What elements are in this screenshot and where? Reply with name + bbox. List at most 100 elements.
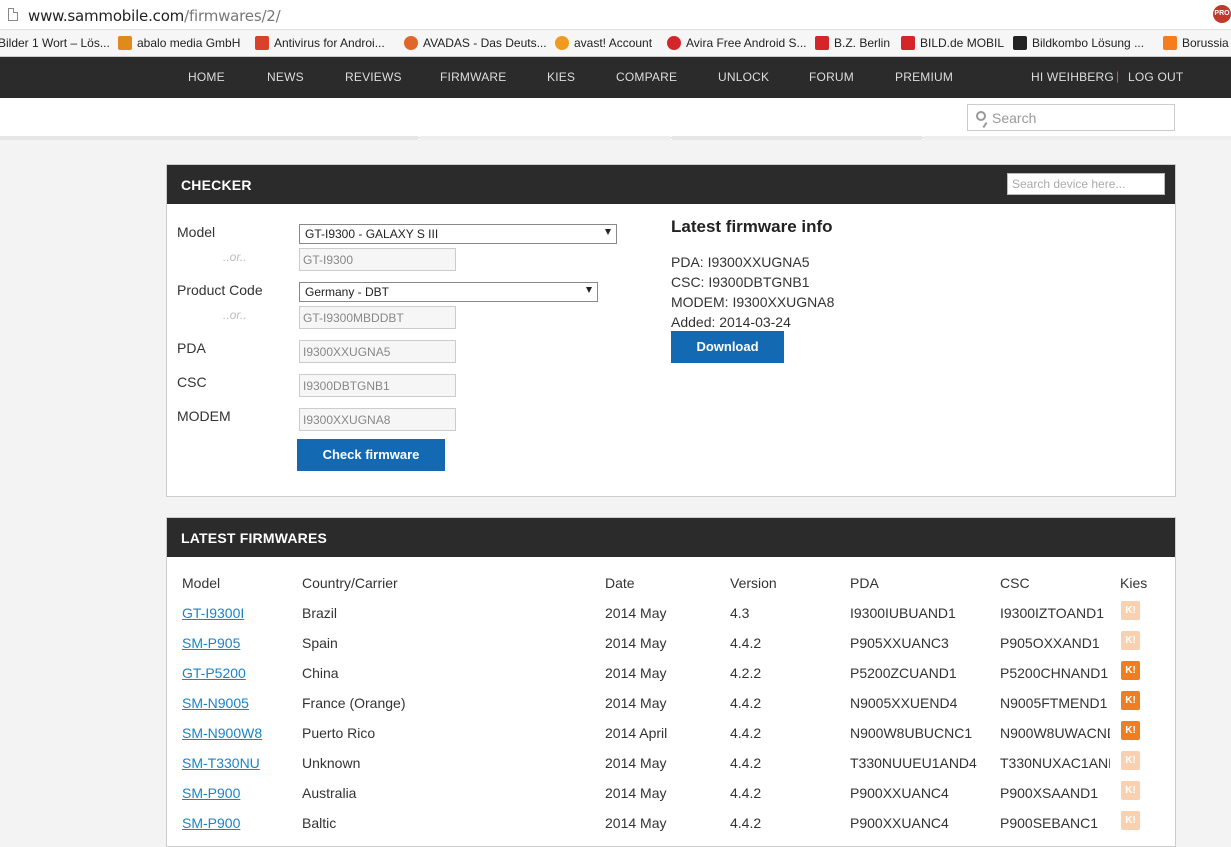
date-cell: 2014 May xyxy=(605,815,667,831)
version-cell: 4.4.2 xyxy=(730,785,762,801)
checker-panel: CHECKER Model GT-I9300 - GALAXY S III ..… xyxy=(166,164,1176,497)
column-header-version: Version xyxy=(730,575,777,591)
country-cell: France (Orange) xyxy=(302,695,406,711)
kies-icon[interactable]: K! xyxy=(1121,751,1140,770)
page-icon xyxy=(8,8,18,21)
model-link[interactable]: SM-T330NU xyxy=(182,755,260,771)
product-code-field[interactable]: GT-I9300MBDDBT xyxy=(299,306,456,329)
bookmark-item[interactable]: avast! Account xyxy=(555,35,652,52)
kies-icon[interactable]: K! xyxy=(1121,721,1140,740)
date-cell: 2014 May xyxy=(605,695,667,711)
nav-unlock[interactable]: UNLOCK xyxy=(718,70,769,84)
table-row: SM-N9005 France (Orange) 2014 May 4.4.2 … xyxy=(167,691,1175,725)
csc-cell: N900W8UWACND1 xyxy=(1000,725,1110,741)
url-text[interactable]: www.sammobile.com/firmwares/2/ xyxy=(28,7,281,25)
kies-icon[interactable]: K! xyxy=(1121,691,1140,710)
table-row: SM-P900 Australia 2014 May 4.4.2 P900XXU… xyxy=(167,781,1175,815)
csc-cell: P5200CHNAND1 xyxy=(1000,665,1109,681)
bookmark-item[interactable]: AVADAS - Das Deuts... xyxy=(404,35,547,52)
latest-firmwares-panel: LATEST FIRMWARES Model Country/Carrier D… xyxy=(166,517,1176,847)
date-cell: 2014 May xyxy=(605,635,667,651)
table-row: SM-N900W8 Puerto Rico 2014 April 4.4.2 N… xyxy=(167,721,1175,755)
csc-cell: P900SEBANC1 xyxy=(1000,815,1099,831)
nav-news[interactable]: NEWS xyxy=(267,70,304,84)
model-link[interactable]: SM-P900 xyxy=(182,815,240,831)
info-csc: CSC: I9300DBTGNB1 xyxy=(671,274,810,290)
column-header-model: Model xyxy=(182,575,221,591)
column-header-country: Country/Carrier xyxy=(302,575,398,591)
bookmark-item[interactable]: Bilder 1 Wort – Lös... xyxy=(0,35,110,52)
column-header-pda: PDA xyxy=(850,575,879,591)
bookmark-favicon-icon xyxy=(255,36,269,50)
bookmark-favicon-icon xyxy=(555,36,569,50)
nav-reviews[interactable]: REVIEWS xyxy=(345,70,402,84)
bookmark-favicon-icon xyxy=(404,36,418,50)
version-cell: 4.4.2 xyxy=(730,755,762,771)
model-select[interactable]: GT-I9300 - GALAXY S III xyxy=(299,224,617,244)
bookmark-item[interactable]: Bildkombo Lösung ... xyxy=(1013,35,1144,52)
nav-firmware[interactable]: FIRMWARE xyxy=(440,70,506,84)
nav-compare[interactable]: COMPARE xyxy=(616,70,677,84)
extension-icon[interactable]: PRO xyxy=(1213,5,1231,23)
csc-label: CSC xyxy=(177,374,207,390)
search-icon xyxy=(976,111,986,121)
modem-field[interactable]: I9300XXUGNA8 xyxy=(299,408,456,431)
address-bar[interactable]: www.sammobile.com/firmwares/2/ PRO xyxy=(0,0,1231,30)
firmware-info-title: Latest firmware info xyxy=(671,217,833,236)
date-cell: 2014 May xyxy=(605,665,667,681)
user-greeting[interactable]: HI WEIHBERG xyxy=(1031,70,1114,84)
pda-cell: T330NUUEU1AND4 xyxy=(850,755,977,771)
pda-field[interactable]: I9300XXUGNA5 xyxy=(299,340,456,363)
bookmark-item[interactable]: B.Z. Berlin xyxy=(815,35,890,52)
nav-kies[interactable]: KIES xyxy=(547,70,575,84)
csc-field[interactable]: I9300DBTGNB1 xyxy=(299,374,456,397)
country-cell: Unknown xyxy=(302,755,361,771)
kies-icon[interactable]: K! xyxy=(1121,781,1140,800)
tab-underline xyxy=(672,136,922,140)
device-search-input[interactable] xyxy=(1007,173,1165,195)
model-link[interactable]: GT-P5200 xyxy=(182,665,246,681)
model-link[interactable]: GT-I9300I xyxy=(182,605,244,621)
or-label: ..or.. xyxy=(223,250,247,264)
column-header-kies: Kies xyxy=(1120,575,1148,591)
country-cell: Baltic xyxy=(302,815,337,831)
nav-premium[interactable]: PREMIUM xyxy=(895,70,953,84)
tab-underline xyxy=(0,136,418,140)
kies-icon[interactable]: K! xyxy=(1121,601,1140,620)
nav-separator: | xyxy=(1116,69,1120,83)
kies-icon[interactable]: K! xyxy=(1121,631,1140,650)
model-link[interactable]: SM-P905 xyxy=(182,635,240,651)
country-cell: Spain xyxy=(302,635,338,651)
bookmark-item[interactable]: BILD.de MOBIL xyxy=(901,35,1004,52)
search-input[interactable] xyxy=(992,109,1167,127)
download-button[interactable]: Download xyxy=(671,331,784,363)
date-cell: 2014 May xyxy=(605,755,667,771)
site-search[interactable] xyxy=(967,104,1175,131)
bookmark-favicon-icon xyxy=(815,36,829,50)
model-link[interactable]: SM-N9005 xyxy=(182,695,249,711)
kies-icon[interactable]: K! xyxy=(1121,661,1140,680)
pda-cell: P905XXUANC3 xyxy=(850,635,949,651)
product-code-select[interactable]: Germany - DBT xyxy=(299,282,598,302)
model-link[interactable]: SM-P900 xyxy=(182,785,240,801)
model-code-field[interactable]: GT-I9300 xyxy=(299,248,456,271)
bookmark-item[interactable]: Avira Free Android S... xyxy=(667,35,807,52)
bookmark-item[interactable]: abalo media GmbH xyxy=(118,35,240,52)
bookmark-item[interactable]: Borussia xyxy=(1163,35,1229,52)
csc-cell: P900XSAAND1 xyxy=(1000,785,1099,801)
country-cell: Puerto Rico xyxy=(302,725,376,741)
pda-label: PDA xyxy=(177,340,206,356)
tab-underline xyxy=(924,136,1231,140)
pda-cell: P5200ZCUAND1 xyxy=(850,665,957,681)
latest-firmwares-title: LATEST FIRMWARES xyxy=(167,518,1175,557)
bookmark-item[interactable]: Antivirus for Androi... xyxy=(255,35,385,52)
kies-icon[interactable]: K! xyxy=(1121,811,1140,830)
logout-link[interactable]: LOG OUT xyxy=(1128,70,1183,84)
check-firmware-button[interactable]: Check firmware xyxy=(297,439,445,471)
pda-cell: N900W8UBUCNC1 xyxy=(850,725,973,741)
nav-forum[interactable]: FORUM xyxy=(809,70,854,84)
model-link[interactable]: SM-N900W8 xyxy=(182,725,262,741)
nav-home[interactable]: HOME xyxy=(188,70,225,84)
tab-underline xyxy=(420,136,670,140)
column-header-csc: CSC xyxy=(1000,575,1030,591)
